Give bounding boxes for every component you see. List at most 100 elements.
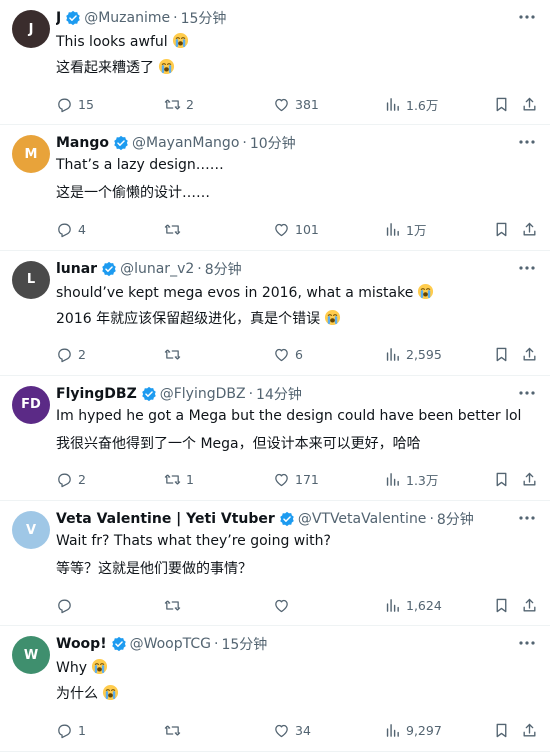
retweet-icon — [164, 224, 181, 235]
reply-post[interactable]: J J @Muzanime · 15分钟 This looks awful 这看… — [0, 0, 550, 126]
reply-button[interactable]: 15 — [56, 95, 94, 113]
author-handle[interactable]: @VTVetaValentine — [298, 511, 427, 527]
heart-icon — [275, 474, 288, 487]
author-handle[interactable]: @WoopTCG — [130, 636, 211, 652]
views-button[interactable]: 1.3万 — [384, 471, 438, 489]
avatar[interactable]: L — [12, 260, 50, 299]
bookmark-button[interactable] — [493, 721, 510, 739]
reply-post[interactable]: V Veta Valentine | Yeti Vtuber @VTVetaVa… — [0, 501, 550, 627]
author-name[interactable]: FlyingDBZ — [56, 386, 137, 402]
like-button[interactable]: 34 — [273, 721, 311, 739]
retweet-button[interactable] — [164, 346, 186, 364]
author-name[interactable]: Woop! — [56, 636, 107, 652]
like-button[interactable]: 381 — [273, 95, 319, 113]
post-time[interactable]: 8分钟 — [205, 259, 242, 279]
share-button[interactable] — [521, 346, 538, 364]
reply-button[interactable]: 1 — [56, 721, 86, 739]
more-options-icon[interactable] — [518, 386, 536, 400]
bookmark-button[interactable] — [493, 471, 510, 489]
separator-dot: · — [429, 511, 434, 528]
post-time[interactable]: 10分钟 — [250, 133, 296, 153]
retweet-button[interactable] — [164, 220, 186, 238]
reply-button[interactable] — [56, 596, 78, 614]
reply-button[interactable]: 2 — [56, 346, 86, 364]
post-text-original: Why — [56, 658, 108, 676]
retweet-icon — [164, 474, 181, 485]
reply-icon — [58, 223, 71, 238]
author-name[interactable]: lunar — [56, 261, 97, 277]
retweet-button[interactable]: 2 — [164, 95, 194, 113]
like-count: 171 — [295, 472, 319, 488]
like-count: 381 — [295, 96, 319, 112]
share-button[interactable] — [521, 596, 538, 614]
retweet-button[interactable]: 1 — [164, 471, 194, 489]
views-button[interactable]: 1万 — [384, 220, 426, 238]
like-button[interactable]: 6 — [273, 346, 303, 364]
verified-badge-icon — [141, 386, 156, 402]
more-options-icon[interactable] — [518, 636, 536, 650]
reply-post[interactable]: W Woop! @WoopTCG · 15分钟 Why 为什么 1 34 9,2… — [0, 626, 550, 752]
avatar[interactable]: M — [12, 135, 50, 174]
like-count: 34 — [295, 722, 311, 738]
share-button[interactable] — [521, 95, 538, 113]
author-handle[interactable]: @FlyingDBZ — [160, 386, 246, 402]
author-handle[interactable]: @Muzanime — [84, 10, 170, 26]
avatar[interactable]: FD — [12, 385, 50, 424]
more-options-icon[interactable] — [518, 135, 536, 149]
separator-dot: · — [248, 385, 254, 402]
share-icon — [523, 723, 536, 737]
verified-badge-icon — [111, 637, 126, 652]
loudly-crying-face-icon — [102, 685, 119, 701]
reply-post[interactable]: L lunar @lunar_v2 · 8分钟 should’ve kept m… — [0, 251, 550, 376]
like-button[interactable]: 101 — [273, 220, 319, 238]
share-button[interactable] — [521, 471, 538, 489]
post-header: Veta Valentine | Yeti Vtuber @VTVetaVale… — [56, 509, 510, 529]
share-button[interactable] — [521, 721, 538, 739]
post-text-translated: 为什么 — [56, 686, 98, 703]
more-options-icon[interactable] — [518, 10, 536, 24]
retweet-button[interactable] — [164, 721, 186, 739]
like-button[interactable]: 171 — [273, 471, 319, 489]
share-icon — [523, 97, 536, 110]
retweet-button[interactable] — [164, 596, 186, 614]
heart-icon — [275, 348, 288, 362]
post-time[interactable]: 15分钟 — [221, 634, 267, 654]
views-button[interactable]: 2,595 — [384, 346, 442, 364]
views-button[interactable]: 1,624 — [384, 596, 442, 614]
avatar[interactable]: V — [12, 511, 50, 550]
reply-post[interactable]: FD FlyingDBZ @FlyingDBZ · 14分钟 Im hyped … — [0, 376, 550, 502]
more-options-icon[interactable] — [518, 511, 536, 525]
views-button[interactable]: 1.6万 — [384, 95, 438, 113]
more-options-icon[interactable] — [518, 261, 536, 275]
like-button[interactable] — [273, 596, 295, 614]
post-actions: 1 34 9,297 — [56, 721, 536, 739]
bookmark-button[interactable] — [493, 220, 510, 238]
author-name[interactable]: J — [56, 10, 61, 26]
post-text-translated: 这是一个偷懒的设计…… — [56, 185, 210, 202]
reply-button[interactable]: 2 — [56, 471, 86, 489]
avatar-initials: L — [26, 272, 36, 288]
author-handle[interactable]: @lunar_v2 — [120, 261, 194, 277]
bookmark-button[interactable] — [493, 95, 510, 113]
share-button[interactable] — [521, 220, 538, 238]
reply-icon — [58, 348, 71, 363]
author-name[interactable]: Mango — [56, 135, 109, 151]
view-count: 1万 — [406, 222, 427, 238]
post-header: FlyingDBZ @FlyingDBZ · 14分钟 — [56, 384, 510, 404]
bookmark-button[interactable] — [493, 346, 510, 364]
post-time[interactable]: 15分钟 — [181, 8, 227, 28]
author-name[interactable]: Veta Valentine | Yeti Vtuber — [56, 511, 275, 527]
verified-badge-icon — [102, 261, 116, 276]
reply-post[interactable]: M Mango @MayanMango · 10分钟 That’s a lazy… — [0, 125, 550, 251]
reply-button[interactable]: 4 — [56, 220, 86, 238]
avatar[interactable]: W — [12, 636, 50, 675]
author-handle[interactable]: @MayanMango — [132, 135, 239, 151]
avatar[interactable]: J — [12, 10, 50, 48]
loudly-crying-face-icon — [172, 32, 188, 49]
bookmark-button[interactable] — [493, 596, 510, 614]
heart-icon — [275, 724, 288, 738]
post-time[interactable]: 14分钟 — [256, 384, 302, 404]
post-time[interactable]: 8分钟 — [437, 509, 474, 529]
post-text-original: should’ve kept mega evos in 2016, what a… — [56, 283, 434, 301]
views-button[interactable]: 9,297 — [384, 721, 442, 739]
